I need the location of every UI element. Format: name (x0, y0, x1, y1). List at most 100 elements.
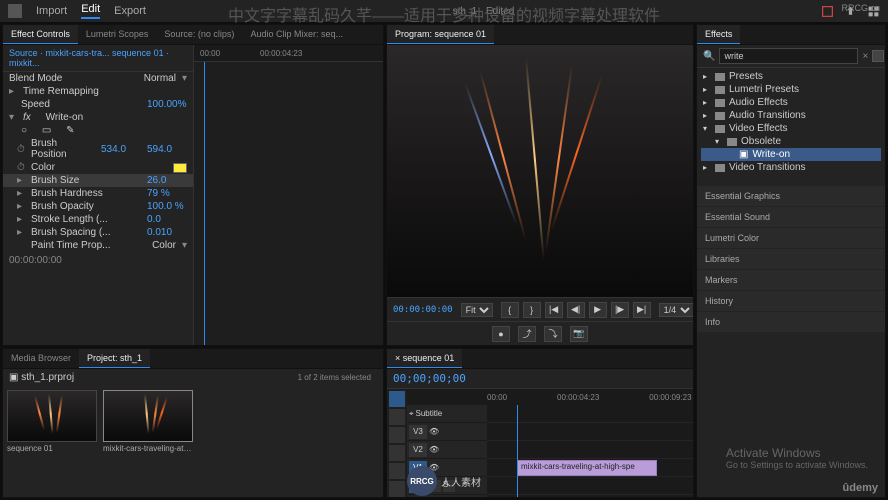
stroke-length-value[interactable]: 0.0 (147, 214, 187, 225)
project-file-name[interactable]: sth_1.prproj (21, 372, 74, 383)
app-root: Import Edit Export sth_1 · Edited Effect… (0, 0, 888, 500)
timeline-ruler[interactable]: 00:00 00:00:04:23 00:00:09:23 (407, 389, 693, 405)
tab-program[interactable]: Program: sequence 01 (387, 25, 494, 44)
stopwatch-icon[interactable]: ⏱ (17, 144, 25, 155)
program-tc-left[interactable]: 00:00:00:00 (393, 305, 453, 315)
program-transport: 00:00:00:00 Fit { } |◀ ◀| ▶ |▶ ▶| 1/4 🔧 … (387, 297, 693, 321)
speed-value[interactable]: 100.00% (147, 99, 187, 110)
tree-video-effects[interactable]: ▾Video Effects (701, 122, 881, 135)
brush-hardness-value[interactable]: 79 % (147, 188, 187, 199)
brush-size-value[interactable]: 26.0 (147, 175, 187, 186)
project-thumb-clip[interactable]: mixkit-cars-traveling-at-hig... (103, 390, 193, 455)
tab-source[interactable]: Source: (no clips) (156, 25, 242, 44)
watermark-top: RRCG.cn (841, 3, 880, 13)
brush-position-x[interactable]: 534.0 (101, 144, 141, 155)
go-to-out-button[interactable]: ▶| (633, 302, 651, 318)
ec-playhead[interactable] (204, 62, 205, 345)
menu-edit[interactable]: Edit (81, 3, 100, 19)
home-icon[interactable] (8, 4, 22, 18)
program-fit-dropdown[interactable]: Fit (461, 303, 493, 317)
v3-target[interactable]: V3 (409, 425, 427, 439)
tree-audio-effects[interactable]: ▸Audio Effects (701, 96, 881, 109)
panel-essential-sound[interactable]: Essential Sound (697, 207, 885, 227)
panel-history[interactable]: History (697, 291, 885, 311)
panel-markers[interactable]: Markers (697, 270, 885, 290)
brush-spacing-value[interactable]: 0.010 (147, 227, 187, 238)
time-remapping[interactable]: Time Remapping (23, 86, 187, 97)
ec-source-row: Source · mixkit-cars-tra... sequence 01 … (3, 45, 193, 72)
tree-obsolete[interactable]: ▾Obsolete (701, 135, 881, 148)
step-forward-button[interactable]: |▶ (611, 302, 629, 318)
project-status: 1 of 2 items selected (292, 371, 377, 384)
panel-lumetri-color[interactable]: Lumetri Color (697, 228, 885, 248)
mark-out-button[interactable]: } (523, 302, 541, 318)
panel-essential-graphics[interactable]: Essential Graphics (697, 186, 885, 206)
ec-scrub-area[interactable] (194, 62, 383, 345)
menu-export[interactable]: Export (114, 5, 146, 17)
tree-presets[interactable]: ▸Presets (701, 70, 881, 83)
track-select-tool[interactable] (389, 409, 405, 425)
rrcg-logo: RRCG 人人素材 (407, 466, 481, 496)
selection-tool[interactable] (389, 391, 405, 407)
lift-button[interactable]: ⤴ (518, 326, 536, 342)
timeline-playhead[interactable] (517, 405, 518, 498)
tab-audio-mixer[interactable]: Audio Clip Mixer: seq... (242, 25, 351, 44)
clip-v1[interactable]: mixkit-cars-traveling-at-high-spe (517, 460, 657, 476)
pen-tool[interactable] (389, 481, 405, 497)
blend-mode-value[interactable]: Normal (144, 73, 176, 84)
search-icon: 🔍 (703, 51, 715, 62)
a2-target[interactable]: A2 (409, 497, 427, 499)
subtitle-track-label[interactable]: Subtitle (416, 409, 443, 418)
export-frame-button[interactable]: 📷 (570, 326, 588, 342)
rect-mask-icon[interactable]: ▭ (42, 125, 51, 136)
ellipse-mask-icon[interactable]: ○ (21, 125, 27, 136)
tree-write-on[interactable]: ▣Write-on (701, 148, 881, 161)
activate-windows-watermark: Activate Windows Go to Settings to activ… (726, 446, 868, 470)
tab-timeline-sequence[interactable]: × sequence 01 (387, 349, 462, 368)
extract-button[interactable]: ⤵ (544, 326, 562, 342)
fx-writeon[interactable]: Write-on (46, 112, 187, 123)
brush-opacity-value[interactable]: 100.0 % (147, 201, 187, 212)
accelerated-icon[interactable] (872, 50, 884, 62)
razor-tool[interactable] (389, 445, 405, 461)
udemy-logo: ûdemy (843, 482, 878, 494)
tab-media-browser[interactable]: Media Browser (3, 349, 79, 368)
paint-time-value[interactable]: Color (152, 240, 176, 251)
workspace: Effect Controls Lumetri Scopes Source: (… (0, 22, 888, 500)
program-resolution-dropdown[interactable]: 1/4 (659, 303, 694, 317)
pen-mask-icon[interactable]: ✎ (66, 125, 74, 136)
slip-tool[interactable] (389, 463, 405, 479)
play-button[interactable]: ▶ (589, 302, 607, 318)
blend-mode-label: Blend Mode (9, 73, 138, 84)
tab-lumetri-scopes[interactable]: Lumetri Scopes (78, 25, 157, 44)
tab-effects[interactable]: Effects (697, 25, 740, 44)
v2-target[interactable]: V2 (409, 443, 427, 457)
tree-audio-transitions[interactable]: ▸Audio Transitions (701, 109, 881, 122)
tree-lumetri-presets[interactable]: ▸Lumetri Presets (701, 83, 881, 96)
brush-hardness-label: Brush Hardness (31, 188, 141, 199)
ripple-edit-tool[interactable] (389, 427, 405, 443)
timeline-content[interactable]: mixkit-cars-traveling-at-high-spe (487, 405, 693, 498)
timeline-tc[interactable]: 00;00;00;00 (393, 372, 466, 385)
quick-export-icon[interactable] (821, 5, 834, 18)
add-marker-button[interactable]: ● (492, 326, 510, 342)
tab-effect-controls[interactable]: Effect Controls (3, 25, 78, 44)
brush-position-y[interactable]: 594.0 (147, 144, 187, 155)
tree-video-transitions[interactable]: ▸Video Transitions (701, 161, 881, 174)
project-thumb-sequence[interactable]: sequence 01 (7, 390, 97, 455)
panel-info[interactable]: Info (697, 312, 885, 332)
color-swatch[interactable] (173, 163, 187, 173)
go-to-in-button[interactable]: |◀ (545, 302, 563, 318)
program-viewport[interactable] (387, 45, 693, 297)
brush-opacity-label: Brush Opacity (31, 201, 141, 212)
ec-ruler[interactable]: 00:00 00:00:04:23 (194, 45, 383, 62)
step-back-button[interactable]: ◀| (567, 302, 585, 318)
effects-search-input[interactable] (719, 48, 858, 64)
mark-in-button[interactable]: { (501, 302, 519, 318)
clear-search-icon[interactable]: × (862, 51, 868, 62)
panel-libraries[interactable]: Libraries (697, 249, 885, 269)
tab-project[interactable]: Project: sth_1 (79, 349, 150, 368)
paint-time-label: Paint Time Prop... (31, 240, 146, 251)
menu-import[interactable]: Import (36, 5, 67, 17)
color-label: Color (31, 162, 167, 173)
